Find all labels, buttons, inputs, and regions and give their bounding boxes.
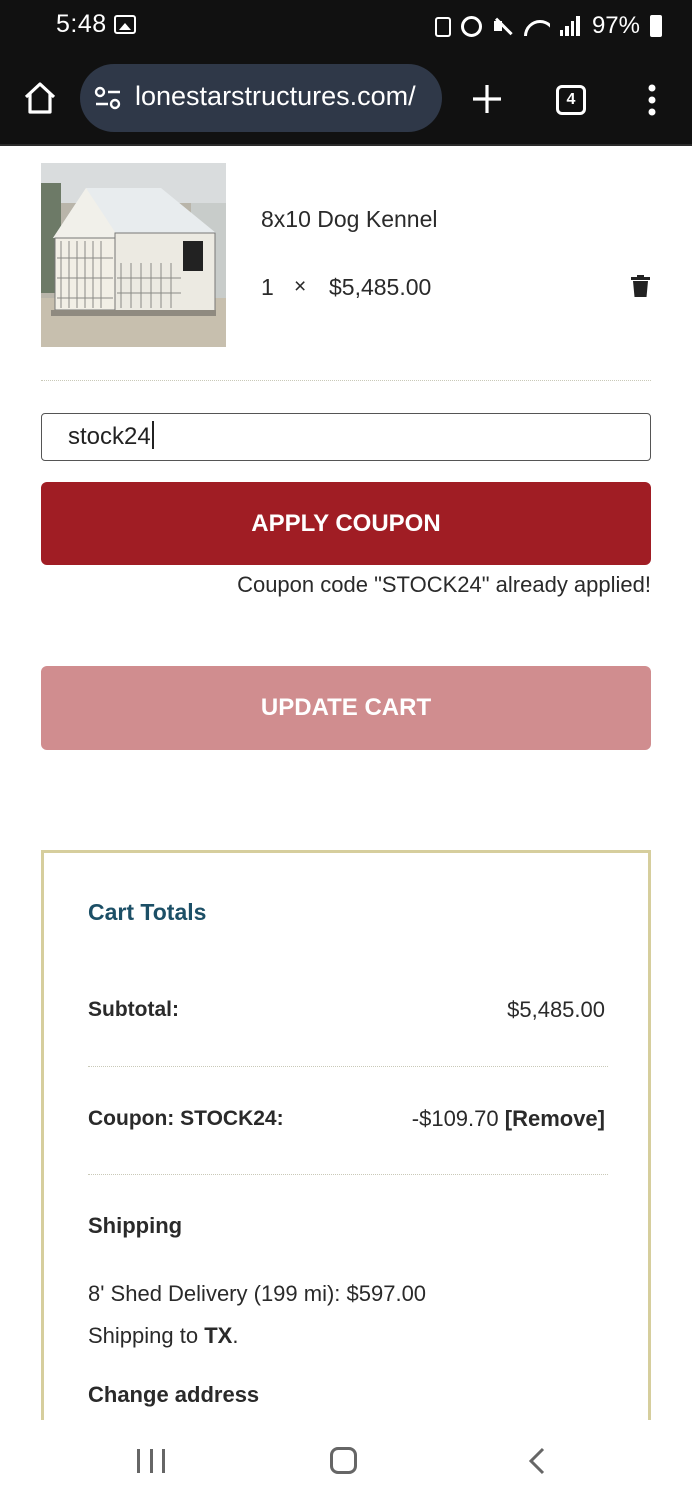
subtotal-label: Subtotal:: [88, 998, 179, 1021]
coupon-input-value: stock24: [68, 423, 151, 450]
battery-icon: [650, 15, 662, 37]
site-settings-icon: [94, 86, 121, 110]
shipping-to-state: TX: [204, 1323, 233, 1348]
cart-totals-panel: Cart Totals Subtotal: $5,485.00 Coupon: …: [41, 850, 651, 1430]
remove-item-button[interactable]: [631, 275, 650, 297]
coupon-code-input[interactable]: stock24: [41, 413, 651, 461]
home-button[interactable]: [22, 80, 58, 116]
gallery-icon: [114, 15, 136, 34]
plus-icon: [473, 85, 501, 113]
shipping-to-prefix: Shipping to: [88, 1323, 205, 1348]
product-price: $5,485.00: [329, 274, 432, 300]
divider: [41, 380, 651, 381]
coupon-discount: -$109.70: [411, 1106, 499, 1131]
back-chevron-icon: [528, 1447, 545, 1475]
browser-toolbar: lonestarstructures.com/ 4: [0, 54, 692, 146]
url-text: lonestarstructures.com/: [135, 81, 416, 111]
new-tab-button[interactable]: [470, 82, 504, 116]
signal-icon: [559, 16, 582, 36]
battery-percent: 97%: [591, 12, 640, 39]
totals-divider: [88, 1066, 608, 1067]
product-quantity: 1: [261, 274, 274, 300]
shipping-label: Shipping: [88, 1213, 183, 1238]
product-thumbnail[interactable]: [41, 163, 226, 347]
quantity-times-sign: ×: [294, 275, 307, 298]
alarm-icon: [460, 15, 482, 37]
subtotal-value: $5,485.00: [507, 997, 605, 1022]
lock-icon: [434, 17, 451, 37]
system-navigation-bar: [0, 1420, 692, 1500]
apply-coupon-button[interactable]: APPLY COUPON: [41, 482, 651, 565]
shipping-destination: Shipping to TX.: [88, 1323, 238, 1349]
dog-kennel-image: [41, 163, 226, 347]
tab-switcher-button[interactable]: 4: [556, 85, 586, 115]
coupon-row-value: -$109.70 [Remove]: [412, 1106, 605, 1132]
browser-menu-button[interactable]: [640, 82, 664, 118]
home-icon: [24, 82, 56, 114]
cart-totals-title: Cart Totals: [88, 899, 207, 925]
text-cursor: [151, 421, 154, 449]
status-bar: 5:48 97%: [0, 0, 692, 54]
status-icons: 97%: [434, 12, 662, 40]
change-address-link[interactable]: Change address: [88, 1382, 259, 1408]
more-vert-icon: [648, 84, 656, 116]
totals-divider: [88, 1174, 608, 1175]
address-bar[interactable]: lonestarstructures.com/: [80, 64, 442, 132]
shipping-to-suffix: .: [232, 1323, 239, 1348]
shipping-method: 8' Shed Delivery (199 mi): $597.00: [88, 1281, 427, 1306]
coupon-row-label: Coupon: STOCK24:: [88, 1107, 284, 1130]
trash-icon: [631, 275, 650, 297]
status-time: 5:48: [56, 10, 107, 38]
recent-apps-button[interactable]: [137, 1449, 165, 1473]
home-nav-button[interactable]: [330, 1447, 357, 1474]
remove-coupon-link[interactable]: [Remove]: [505, 1106, 605, 1131]
coupon-message: Coupon code "STOCK24" already applied!: [237, 572, 651, 597]
mute-icon: [492, 16, 514, 36]
wifi-icon: [524, 16, 550, 36]
product-name[interactable]: 8x10 Dog Kennel: [261, 206, 437, 233]
update-cart-button[interactable]: UPDATE CART: [41, 666, 651, 750]
back-button[interactable]: [527, 1447, 547, 1475]
